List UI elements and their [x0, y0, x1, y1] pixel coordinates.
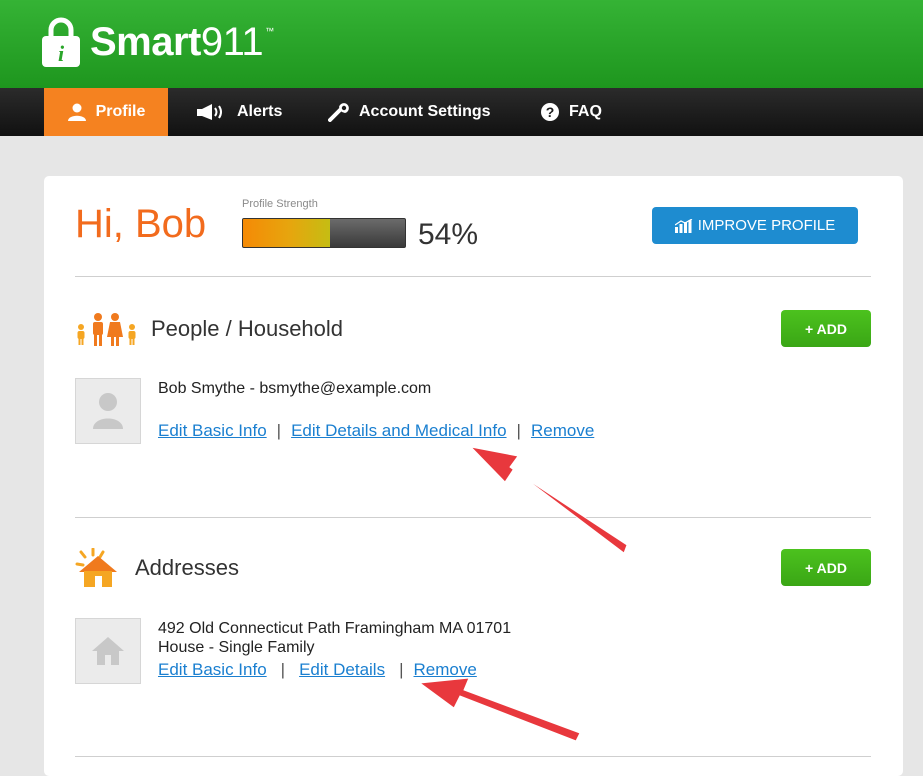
nav-tab-account-settings[interactable]: Account Settings	[328, 88, 491, 136]
nav-tab-profile[interactable]: Profile	[44, 88, 168, 136]
person-entry: Bob Smythe - bsmythe@example.com	[158, 380, 432, 397]
greeting: Hi, Bob	[75, 202, 207, 246]
nav-tab-label: Alerts	[237, 103, 283, 120]
person-actions: Edit Basic Info | Edit Details and Medical…	[158, 421, 594, 441]
remove-address-link[interactable]: Remove	[414, 660, 477, 679]
profile-strength-value: 54%	[418, 218, 479, 251]
link-separator: |	[516, 421, 521, 440]
improve-profile-label: IMPROVE PROFILE	[697, 217, 836, 234]
address-line: 492 Old Connecticut Path Framingham MA 0…	[158, 620, 512, 637]
svg-text:i: i	[58, 41, 65, 66]
people-section-title: People / Household	[151, 316, 344, 341]
nav-tab-alerts[interactable]: Alerts	[196, 88, 282, 136]
nav-tab-label: Profile	[95, 103, 146, 120]
address-actions: Edit Basic Info | Edit Details | Remove	[158, 660, 477, 680]
link-separator: |	[280, 660, 286, 679]
add-person-button[interactable]: + ADD	[781, 310, 871, 347]
person-silhouette-icon	[93, 393, 123, 429]
add-address-button[interactable]: + ADD	[781, 549, 871, 586]
megaphone-icon	[197, 104, 222, 120]
nav-tab-faq[interactable]: ? FAQ	[540, 88, 602, 136]
bar-chart-icon	[674, 218, 693, 233]
divider	[75, 517, 871, 518]
improve-profile-button[interactable]: IMPROVE PROFILE	[652, 207, 858, 244]
divider	[75, 276, 871, 277]
address-thumbnail[interactable]	[75, 618, 141, 684]
smart911-logo[interactable]: i Smart911 ™	[42, 12, 274, 72]
edit-address-basic-info-link[interactable]: Edit Basic Info	[158, 660, 267, 679]
brand-name: Smart911 ™	[90, 19, 274, 64]
edit-basic-info-link[interactable]: Edit Basic Info	[158, 421, 267, 440]
house-icon	[92, 637, 124, 665]
lock-icon: i	[42, 17, 80, 67]
household-icon	[77, 313, 136, 346]
top-banner: i Smart911 ™	[0, 0, 923, 88]
remove-person-link[interactable]: Remove	[531, 421, 594, 440]
addresses-section-title: Addresses	[135, 555, 239, 580]
profile-strength-label: Profile Strength	[242, 198, 318, 210]
main-nav: Profile Alerts Account Settings ? FAQ	[0, 88, 923, 136]
house-sun-icon	[75, 548, 117, 587]
divider	[75, 756, 871, 757]
link-separator: |	[399, 660, 404, 679]
person-icon	[67, 103, 86, 121]
link-separator: |	[276, 421, 282, 440]
edit-address-details-link[interactable]: Edit Details	[299, 660, 385, 679]
profile-strength-bar	[242, 218, 406, 248]
profile-card: Hi, Bob Profile Strength 54% IMPROVE PRO…	[44, 176, 903, 776]
nav-tab-label: FAQ	[569, 103, 602, 120]
address-type: House - Single Family	[158, 639, 315, 656]
svg-text:?: ?	[546, 104, 555, 120]
person-avatar[interactable]	[75, 378, 141, 444]
nav-tab-label: Account Settings	[359, 103, 491, 120]
question-icon: ?	[541, 103, 559, 121]
wrench-icon	[328, 103, 349, 122]
profile-strength-fill	[243, 219, 331, 247]
edit-details-medical-link[interactable]: Edit Details and Medical Info	[291, 421, 506, 440]
